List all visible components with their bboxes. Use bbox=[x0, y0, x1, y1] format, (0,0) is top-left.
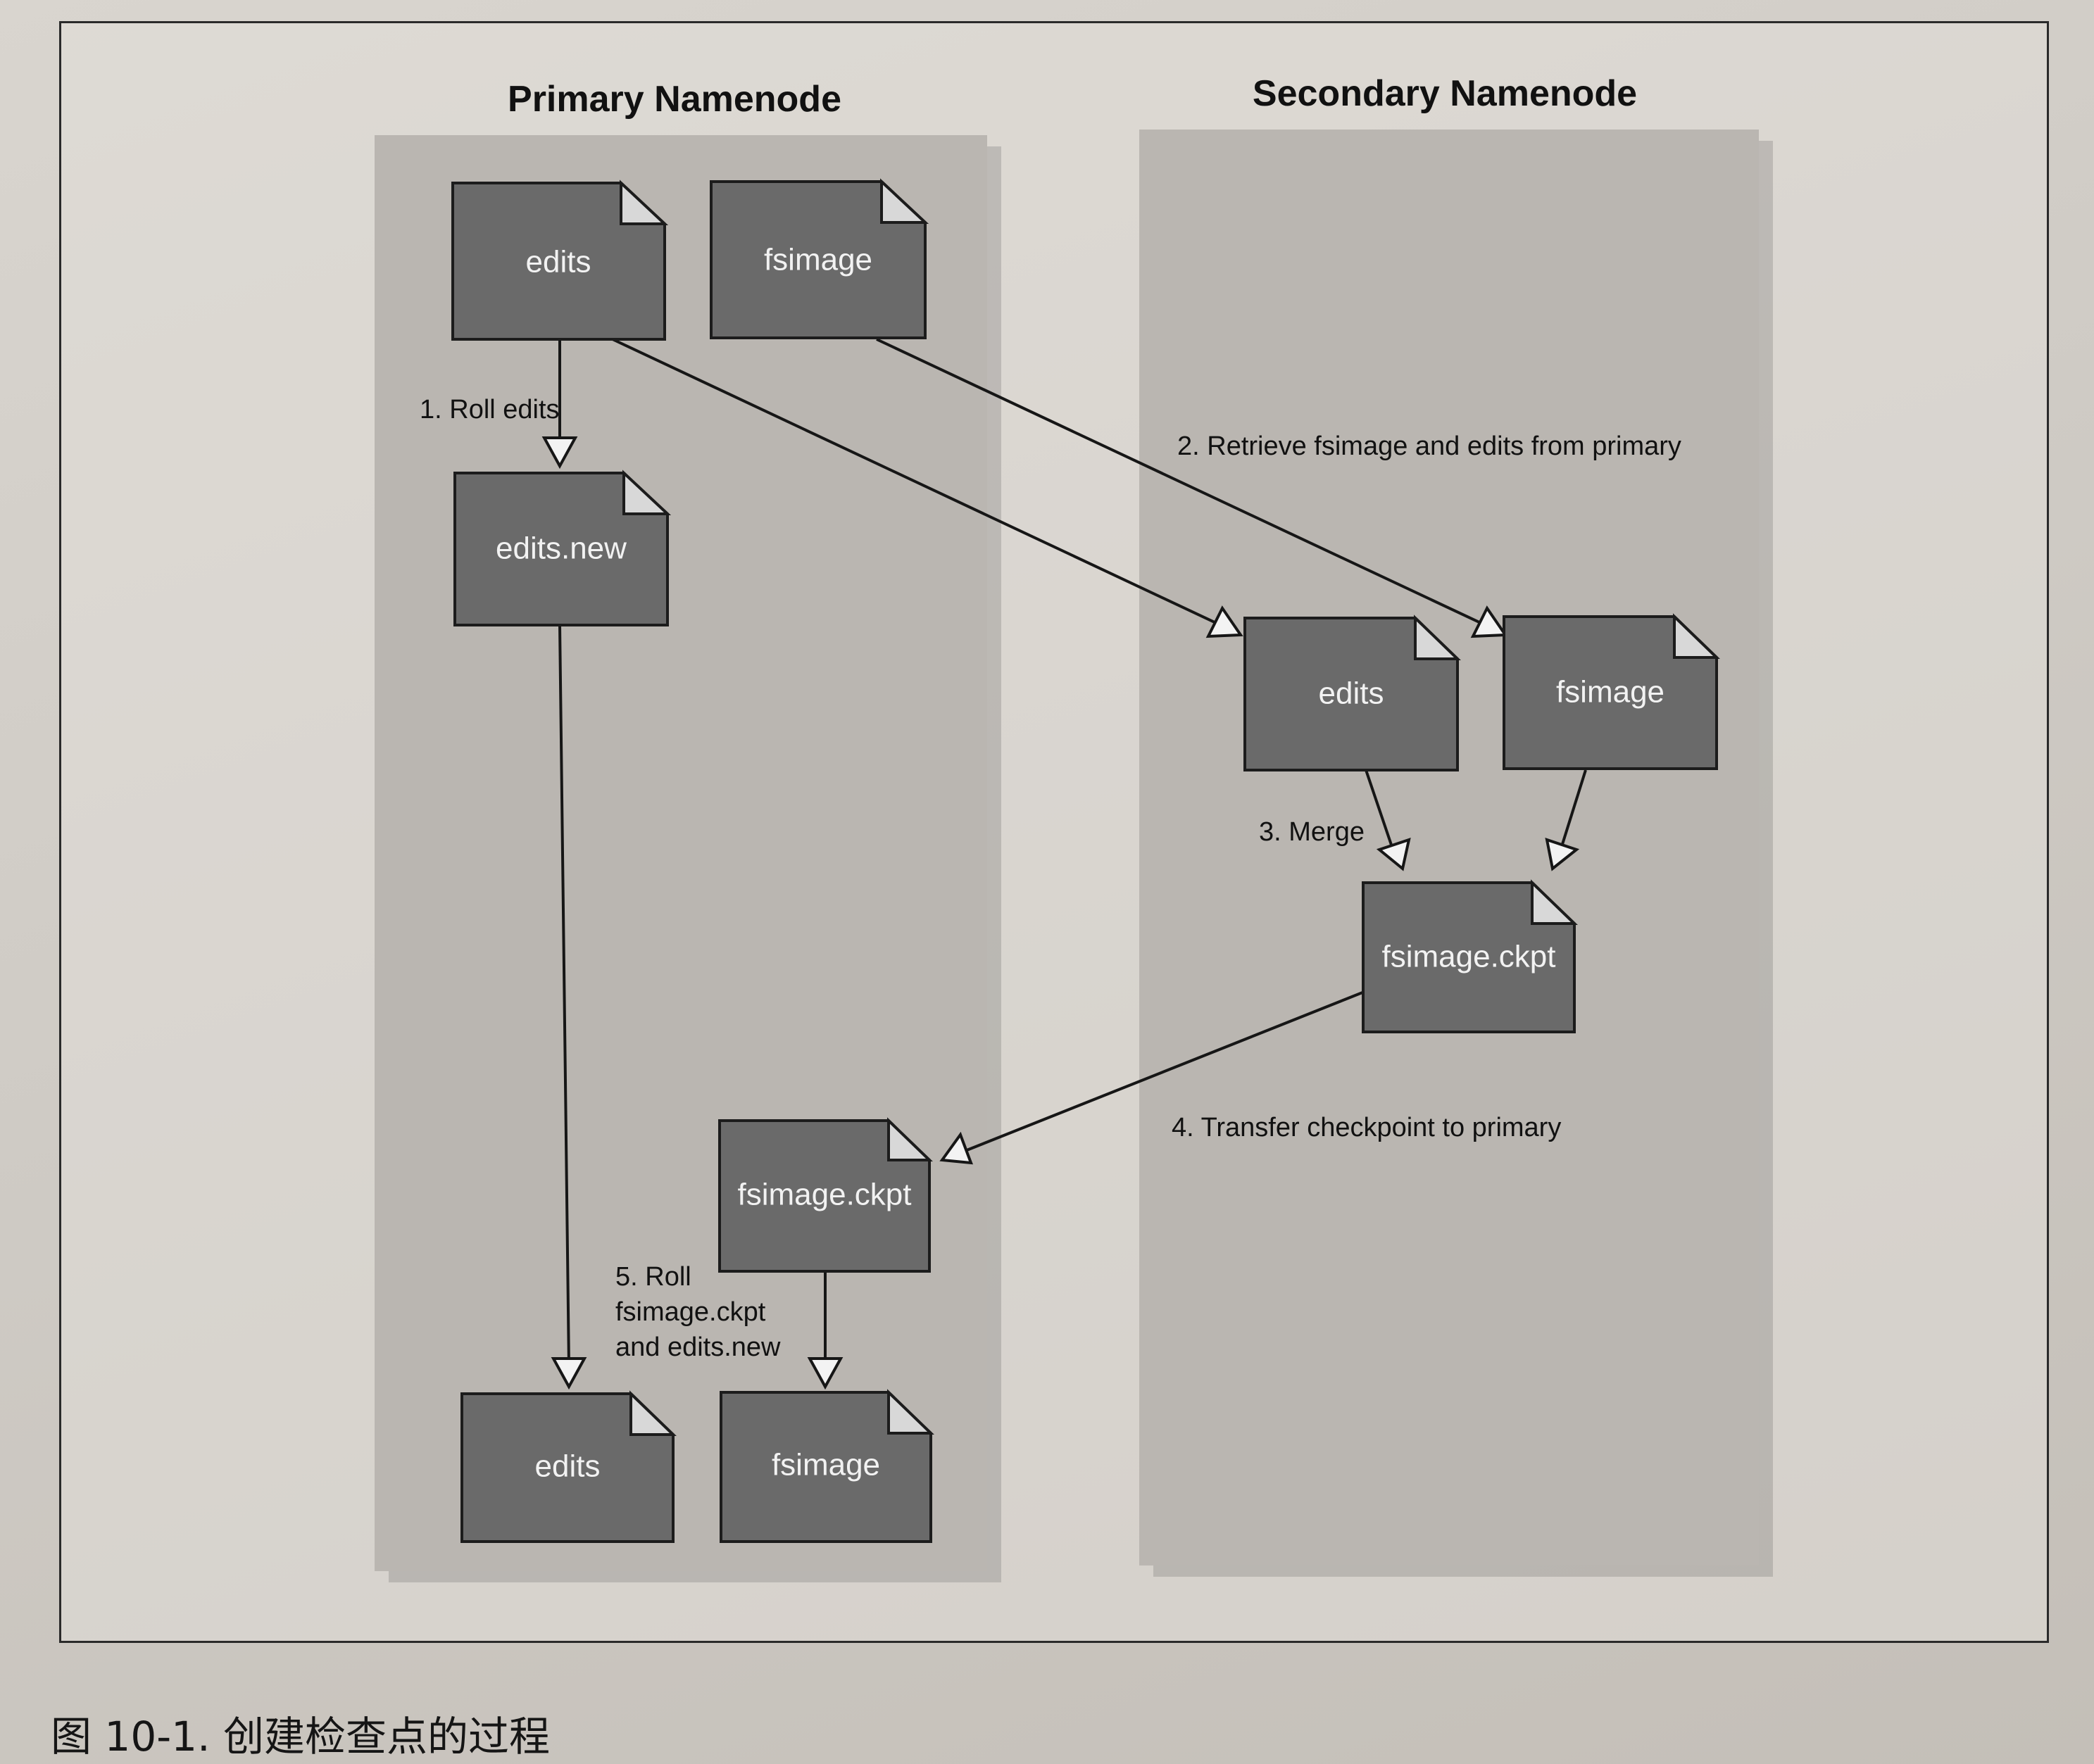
svg-text:edits: edits bbox=[526, 245, 591, 279]
primary-heading: Primary Namenode bbox=[508, 79, 841, 120]
file-primary-edits: edits bbox=[451, 179, 669, 341]
step-merge: 3. Merge bbox=[1259, 817, 1365, 847]
secondary-heading: Secondary Namenode bbox=[1253, 73, 1637, 114]
step-retrieve: 2. Retrieve fsimage and edits from prima… bbox=[1177, 431, 1681, 461]
step-roll-edits: 1. Roll edits bbox=[420, 395, 560, 424]
secondary-panel bbox=[1139, 130, 1759, 1565]
svg-text:fsimage.ckpt: fsimage.ckpt bbox=[738, 1178, 912, 1212]
file-primary-edits-new: edits.new bbox=[453, 470, 672, 626]
file-secondary-fsimage-ckpt: fsimage.ckpt bbox=[1362, 879, 1578, 1033]
step-roll-final-line1: 5. Roll bbox=[615, 1262, 691, 1292]
svg-text:fsimage: fsimage bbox=[1556, 675, 1664, 710]
svg-text:edits.new: edits.new bbox=[496, 531, 627, 566]
file-primary-fsimage-ckpt: fsimage.ckpt bbox=[718, 1117, 933, 1273]
svg-text:fsimage.ckpt: fsimage.ckpt bbox=[1382, 940, 1556, 974]
step-roll-final-line3: and edits.new bbox=[615, 1333, 781, 1362]
svg-text:edits: edits bbox=[535, 1449, 601, 1484]
svg-text:fsimage: fsimage bbox=[764, 243, 872, 277]
svg-text:fsimage: fsimage bbox=[772, 1448, 880, 1482]
figure-caption: 图 10-1. 创建检查点的过程 bbox=[51, 1713, 550, 1760]
file-primary-fsimage: fsimage bbox=[710, 178, 929, 339]
file-secondary-edits: edits bbox=[1243, 615, 1461, 771]
svg-text:edits: edits bbox=[1319, 676, 1384, 711]
step-roll-final-line2: fsimage.ckpt bbox=[615, 1297, 766, 1327]
file-secondary-fsimage: fsimage bbox=[1503, 613, 1720, 770]
step-transfer: 4. Transfer checkpoint to primary bbox=[1172, 1113, 1561, 1142]
file-primary-final-fsimage: fsimage bbox=[720, 1389, 934, 1543]
file-primary-final-edits: edits bbox=[460, 1390, 677, 1543]
checkpoint-diagram: Primary Namenode Secondary Namenode edit… bbox=[375, 73, 1773, 1582]
